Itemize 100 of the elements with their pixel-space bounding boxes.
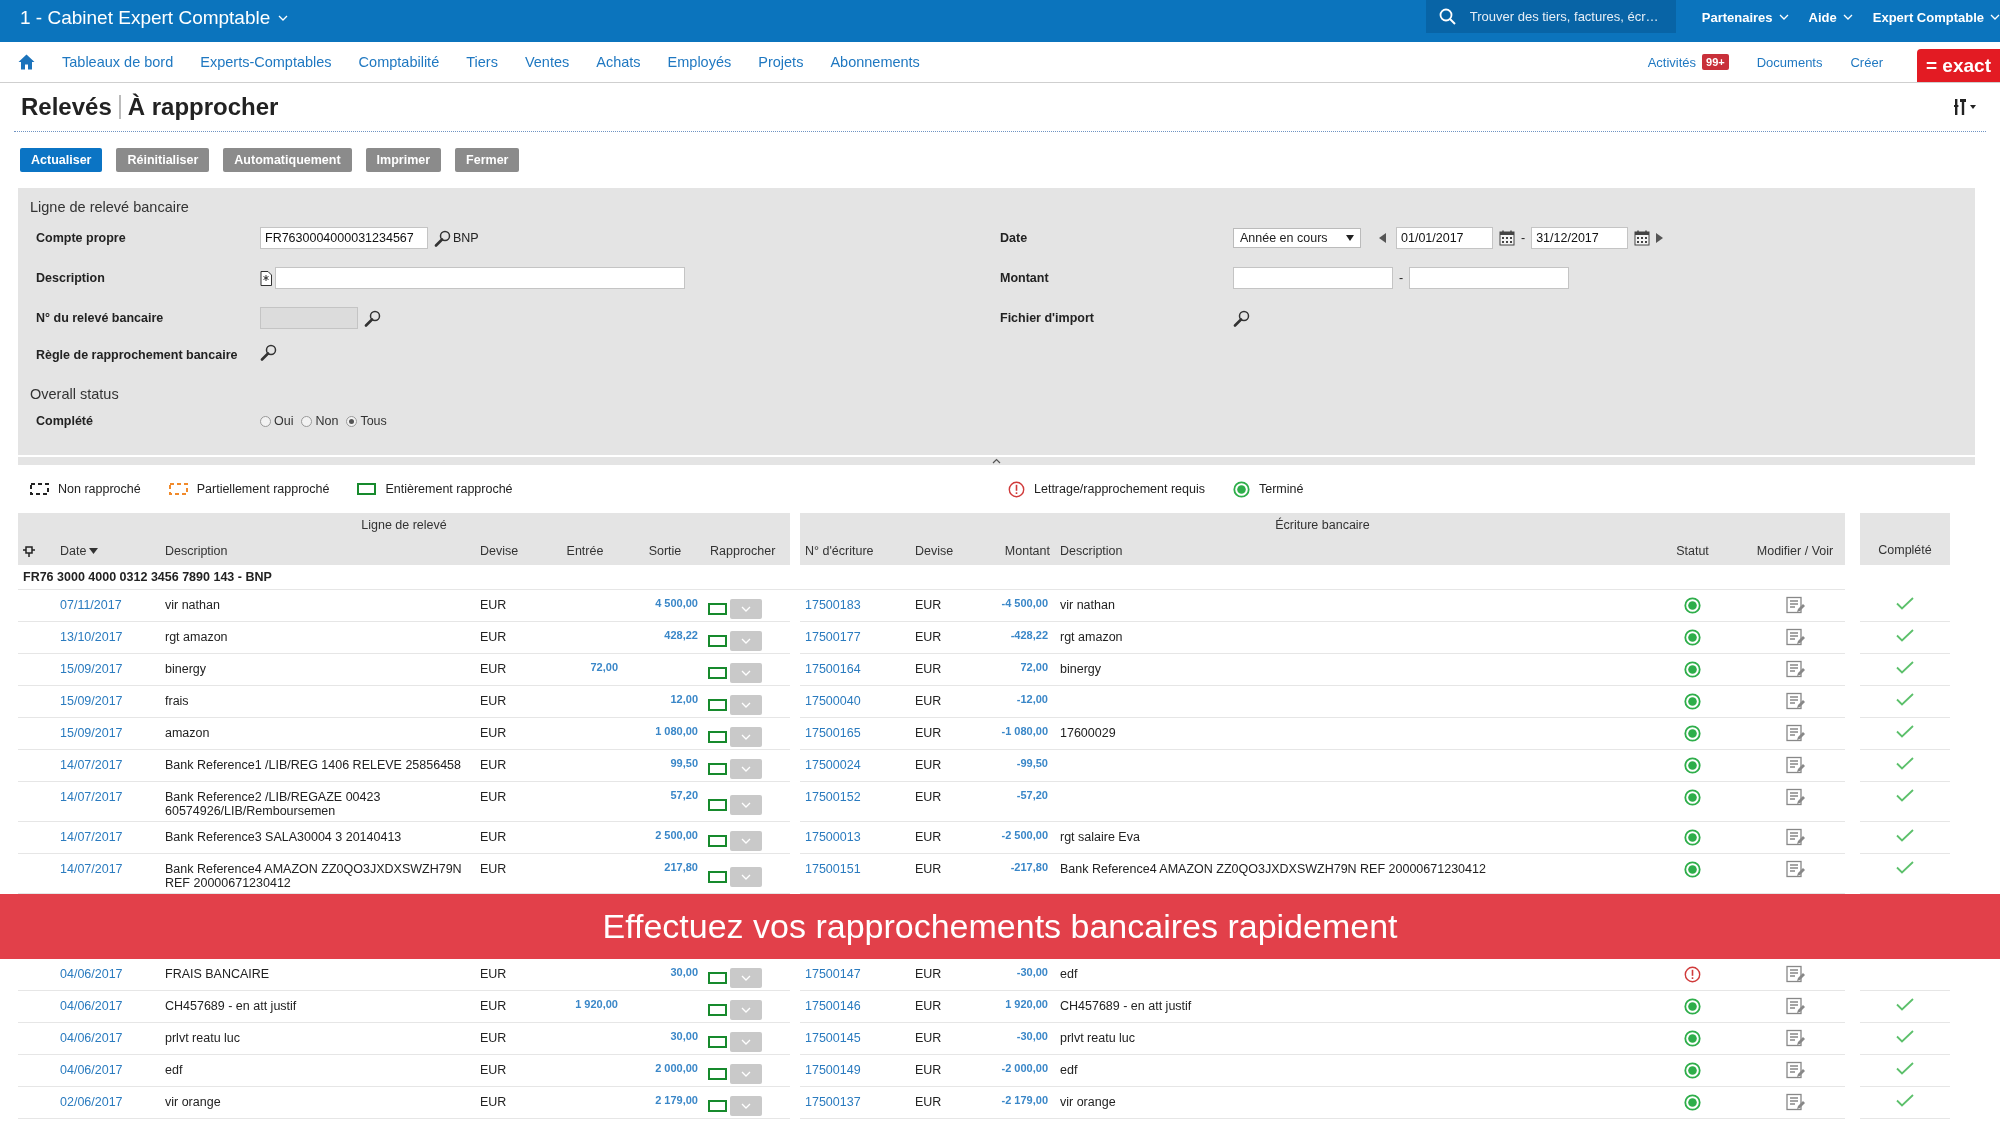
table-cell: Bank Reference1 /LIB/REG 1406 RELEVE 25856458 xyxy=(165,758,462,772)
date-field[interactable]: 31/12/2017 xyxy=(1531,227,1629,249)
nav-link[interactable]: Employés xyxy=(667,54,732,70)
nav-link[interactable]: Comptabilité xyxy=(358,54,440,70)
nav-link[interactable]: Créer xyxy=(1850,54,1883,70)
description-field[interactable] xyxy=(275,267,685,289)
date-link[interactable]: 04/06/2017 xyxy=(60,1031,123,1045)
edit-document-icon[interactable] xyxy=(1785,756,1805,775)
nav-link[interactable]: Experts-Comptables xyxy=(200,54,332,70)
entry-link[interactable]: 17500151 xyxy=(805,862,861,876)
amount-text: 1 080,00 xyxy=(655,725,698,737)
action-button[interactable]: Automatiquement xyxy=(223,148,352,172)
edit-document-icon[interactable] xyxy=(1785,1093,1805,1112)
entry-link[interactable]: 17500165 xyxy=(805,726,861,740)
entry-link[interactable]: 17500149 xyxy=(805,1063,861,1077)
edit-document-icon[interactable] xyxy=(1785,660,1805,679)
nav-link[interactable]: Tiers xyxy=(466,54,498,70)
home-icon[interactable] xyxy=(18,54,35,70)
search-icon[interactable] xyxy=(364,309,381,327)
edit-document-icon[interactable] xyxy=(1785,965,1805,984)
edit-document-icon[interactable] xyxy=(1785,828,1805,847)
nav-link[interactable]: Tableaux de bord xyxy=(62,54,174,70)
collapse-caret-icon[interactable] xyxy=(992,458,1001,464)
action-button[interactable]: Fermer xyxy=(455,148,520,172)
amount-field[interactable] xyxy=(1233,267,1393,289)
edit-document-icon[interactable] xyxy=(1785,788,1805,807)
account-field[interactable]: FR7630004000031234567 xyxy=(260,227,428,249)
date-link[interactable]: 04/06/2017 xyxy=(60,999,123,1013)
radio-option[interactable]: Oui xyxy=(260,414,294,428)
entry-link[interactable]: 17500164 xyxy=(805,662,861,676)
edit-document-icon[interactable] xyxy=(1785,860,1805,879)
entry-link[interactable]: 17500146 xyxy=(805,999,861,1013)
search-icon[interactable] xyxy=(1233,309,1250,327)
search-icon[interactable] xyxy=(260,344,277,361)
entry-link[interactable]: 17500177 xyxy=(805,630,861,644)
edit-document-icon[interactable] xyxy=(1785,692,1805,711)
edit-document-icon[interactable] xyxy=(1785,1061,1805,1080)
nav-link[interactable]: Projets xyxy=(758,54,804,70)
date-link[interactable]: 04/06/2017 xyxy=(60,967,123,981)
pin-icon[interactable] xyxy=(23,545,36,557)
calendar-icon[interactable] xyxy=(1499,230,1515,246)
period-select[interactable]: Année en cours xyxy=(1233,228,1361,248)
search-field[interactable]: Trouver des tiers, factures, écr… xyxy=(1469,9,1676,24)
date-link[interactable]: 14/07/2017 xyxy=(60,790,123,804)
amount-field[interactable] xyxy=(1409,267,1570,289)
action-button[interactable]: Actualiser xyxy=(20,148,103,172)
date-link[interactable]: 15/09/2017 xyxy=(60,694,123,708)
sort-down-icon[interactable] xyxy=(89,548,99,554)
entry-link[interactable]: 17500147 xyxy=(805,967,861,981)
edit-document-icon[interactable] xyxy=(1785,1029,1805,1048)
right-arrow-icon[interactable] xyxy=(1656,233,1664,243)
search-icon[interactable] xyxy=(434,229,451,247)
entry-link[interactable]: 17500040 xyxy=(805,694,861,708)
solid-rectangle-icon xyxy=(708,1099,727,1112)
date-link[interactable]: 14/07/2017 xyxy=(60,862,123,876)
menu-button[interactable]: Aide xyxy=(1808,9,1853,25)
date-field[interactable]: 01/01/2017 xyxy=(1396,227,1493,249)
entry-link[interactable]: 17500183 xyxy=(805,598,861,612)
date-link[interactable]: 02/06/2017 xyxy=(60,1095,123,1109)
entry-link[interactable]: 17500152 xyxy=(805,790,861,804)
amount-text: -1 080,00 xyxy=(1001,725,1048,737)
edit-document-icon[interactable] xyxy=(1785,596,1805,615)
radio-option[interactable]: Tous xyxy=(346,414,387,428)
edit-document-icon[interactable] xyxy=(1785,997,1805,1016)
entry-link[interactable]: 17500145 xyxy=(805,1031,861,1045)
date-link[interactable]: 04/06/2017 xyxy=(60,1063,123,1077)
group-header: Ligne de relevé xyxy=(361,518,447,532)
date-link[interactable]: 15/09/2017 xyxy=(60,726,123,740)
group-header: Écriture bancaire xyxy=(1275,518,1370,532)
date-link[interactable]: 13/10/2017 xyxy=(60,630,123,644)
column-header: Description xyxy=(165,544,228,558)
date-link[interactable]: 07/11/2017 xyxy=(60,598,122,612)
nav-link[interactable]: Abonnements xyxy=(830,54,920,70)
column-header[interactable]: Date xyxy=(60,544,87,558)
date-link[interactable]: 15/09/2017 xyxy=(60,662,123,676)
date-link[interactable]: 14/07/2017 xyxy=(60,758,123,772)
company-name[interactable]: 1 - Cabinet Expert Comptable xyxy=(20,7,271,29)
table-cell: EUR xyxy=(480,999,507,1013)
tools-icon[interactable] xyxy=(1954,98,1978,116)
menu-button[interactable]: Partenaires xyxy=(1701,9,1789,25)
date-link[interactable]: 14/07/2017 xyxy=(60,830,123,844)
entry-link[interactable]: 17500013 xyxy=(805,830,861,844)
left-arrow-icon[interactable] xyxy=(1379,233,1386,243)
calendar-icon[interactable] xyxy=(1634,230,1651,246)
status-dot-icon xyxy=(1684,757,1701,774)
nav-link[interactable]: Activités xyxy=(1647,54,1697,70)
nav-link[interactable]: Documents xyxy=(1756,54,1823,70)
nav-link[interactable]: Achats xyxy=(596,54,641,70)
edit-document-icon[interactable] xyxy=(1785,628,1805,647)
entry-link[interactable]: 17500024 xyxy=(805,758,861,772)
edit-document-icon[interactable] xyxy=(1785,724,1805,743)
entry-link[interactable]: 17500137 xyxy=(805,1095,861,1109)
menu-button[interactable]: Expert Comptable xyxy=(1872,9,2000,25)
action-button[interactable]: Réinitialiser xyxy=(116,148,210,172)
search-box[interactable]: Trouver des tiers, factures, écr… xyxy=(1425,0,1676,33)
radio-option[interactable]: Non xyxy=(301,414,339,428)
status-dot-icon xyxy=(1684,597,1701,614)
action-button[interactable]: Imprimer xyxy=(365,148,442,172)
nav-link[interactable]: Ventes xyxy=(524,54,570,70)
check-icon xyxy=(1896,597,1914,610)
